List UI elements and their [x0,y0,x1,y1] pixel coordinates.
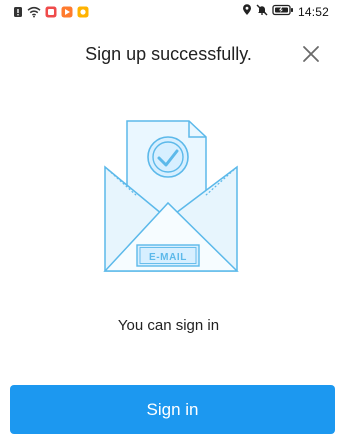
wifi-icon [27,6,41,21]
status-bar: 14:52 [0,0,337,28]
mute-icon [256,4,268,19]
location-icon [242,4,252,19]
status-time: 14:52 [297,4,329,19]
app-red-icon [45,6,57,21]
status-right-icons: 14:52 [242,4,329,19]
email-illustration: E-MAIL [97,113,245,277]
signup-success-screen: 14:52 Sign up successfully. E-MAIL You c… [0,0,337,434]
status-left-icons [13,6,89,21]
app-orange-icon [61,6,73,21]
battery-icon [272,4,294,19]
app-yellow-icon [77,6,89,21]
close-icon[interactable] [299,46,323,70]
alert-icon [13,6,23,21]
email-envelope-icon: E-MAIL [103,120,239,272]
status-message: You can sign in [117,317,220,334]
email-badge-text: E-MAIL [149,252,187,263]
close-button[interactable] [299,42,323,66]
page-title: Sign up successfully. [85,44,252,64]
sign-in-button[interactable]: Sign in [10,385,335,434]
